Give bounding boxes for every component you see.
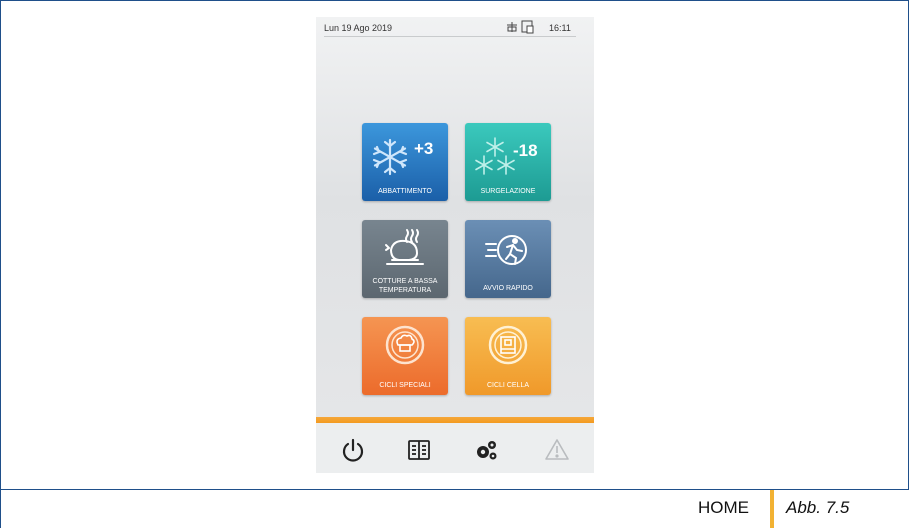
tile-abbattimento-value: +3 [414,139,434,158]
tile-cicli-cella-label: CICLI CELLA [486,382,530,389]
tile-cicli-speciali[interactable]: CICLI SPECIALI [362,317,448,395]
caption-figure-number: Abb. 7.5 [786,498,850,517]
cell-box-icon [488,325,528,365]
status-time: 16:11 [549,23,571,33]
tile-surgelazione-label: SURGELAZIONE [480,188,536,195]
tile-cotture-label-line2: TEMPERATURA [378,287,432,294]
tile-surgelazione[interactable]: -18 SURGELAZIONE [465,123,551,201]
tile-avvio-rapido[interactable]: AVVIO RAPIDO [465,220,551,298]
status-indicator-icons [507,20,534,34]
status-bar: Lun 19 Ago 2019 16:11 [316,17,594,37]
tile-cicli-cella[interactable]: CICLI CELLA [465,317,551,395]
tile-cotture-label-line1: COTTURE A BASSA [372,278,438,285]
running-man-icon [485,235,527,265]
caption-separator [770,490,774,528]
manual-book-icon[interactable] [406,437,432,463]
status-date: Lun 19 Ago 2019 [324,23,393,33]
caption-left-cell [0,490,771,528]
door-sensor-icon [521,20,534,34]
tile-abbattimento[interactable]: +3 ABBATTIMENTO [362,123,448,201]
control-panel-screen: Lun 19 Ago 2019 16:11 +3 ABBATTIMENTO -1… [316,17,594,473]
power-icon[interactable] [340,437,366,463]
bottom-nav-bar [316,423,594,473]
caption-section: HOME [698,498,749,517]
triple-snowflake-icon [475,137,515,175]
tile-cicli-speciali-label: CICLI SPECIALI [379,382,431,389]
tile-abbattimento-label: ABBATTIMENTO [378,188,432,195]
settings-gears-icon[interactable] [474,437,500,463]
figure-caption-row: HOME Abb. 7.5 [0,490,909,528]
snowflake-icon [372,138,408,176]
status-divider [324,36,576,37]
warning-icon[interactable] [544,437,570,463]
roast-chicken-icon [385,229,424,265]
chef-hat-icon [385,325,425,365]
tile-cotture-bassa-temperatura[interactable]: COTTURE A BASSA TEMPERATURA [362,220,448,298]
tile-surgelazione-value: -18 [513,141,538,160]
tile-avvio-rapido-label: AVVIO RAPIDO [483,285,533,292]
network-icon [507,22,517,32]
